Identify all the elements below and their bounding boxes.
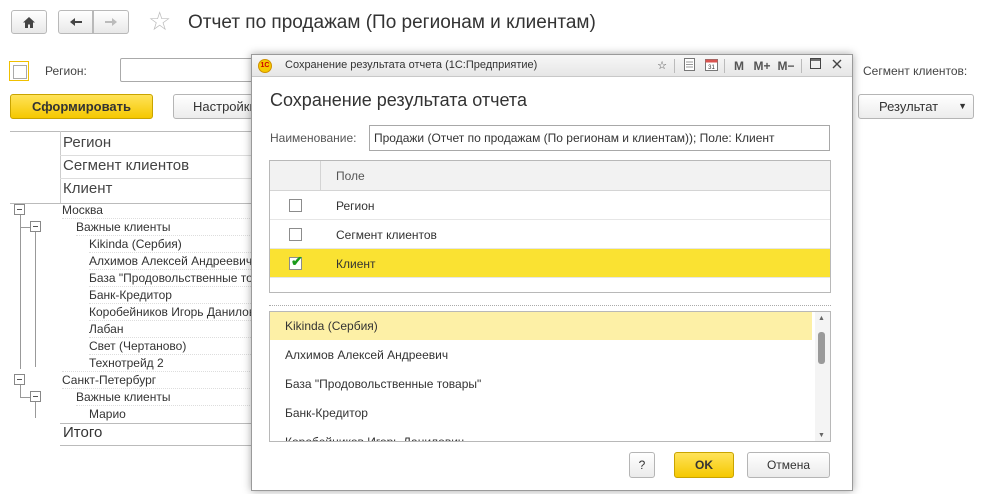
svg-text:31: 31 bbox=[708, 65, 715, 71]
name-input[interactable]: Продажи (Отчет по продажам (По регионам … bbox=[369, 125, 830, 151]
memory-plus-button[interactable]: M+ bbox=[752, 58, 772, 74]
arrow-right-icon bbox=[105, 18, 117, 26]
settings-button[interactable]: Настройки... bbox=[173, 94, 253, 119]
field-label: Регион bbox=[336, 199, 375, 213]
list-item[interactable]: Коробейников Игорь Данилович bbox=[270, 428, 812, 441]
segment-filter-label: Сегмент клиентов: bbox=[863, 64, 968, 78]
collapse-moskva-icon[interactable] bbox=[14, 204, 25, 215]
report-row-client[interactable]: Марио bbox=[89, 407, 126, 421]
report-row-segment[interactable]: Важные клиенты bbox=[76, 220, 170, 234]
name-label: Наименование: bbox=[270, 131, 357, 145]
field-label: Сегмент клиентов bbox=[336, 228, 437, 242]
1c-logo-icon: 1С bbox=[258, 59, 272, 73]
report-row-region[interactable]: Москва bbox=[62, 203, 103, 217]
checkmark-icon: ✔ bbox=[291, 253, 303, 269]
arrow-left-icon bbox=[69, 18, 82, 26]
table-row[interactable]: Регион bbox=[270, 191, 830, 220]
list-item[interactable]: Алхимов Алексей Андреевич bbox=[270, 341, 812, 369]
report-row-segment[interactable]: Важные клиенты bbox=[76, 390, 170, 404]
fields-table: Поле Регион Сегмент клиентов ✔ Клиент bbox=[269, 160, 831, 293]
scroll-thumb[interactable] bbox=[818, 332, 825, 364]
report-table: Регион Сегмент клиентов Клиент Москва Ва… bbox=[10, 131, 252, 494]
fields-column-header: Поле bbox=[336, 169, 365, 183]
report-row-client[interactable]: Коробейников Игорь Данилович bbox=[89, 305, 252, 319]
report-row-client[interactable]: Технотрейд 2 bbox=[89, 356, 164, 370]
result-button-label: Результат bbox=[879, 99, 939, 114]
calendar-icon[interactable]: 31 bbox=[704, 58, 718, 74]
region-filter-input[interactable] bbox=[120, 58, 260, 82]
table-row[interactable]: Сегмент клиентов bbox=[270, 220, 830, 249]
report-row-client[interactable]: Алхимов Алексей Андреевич bbox=[89, 254, 252, 268]
scroll-down-icon[interactable]: ▼ bbox=[818, 432, 825, 439]
close-icon[interactable] bbox=[830, 58, 844, 74]
document-icon[interactable] bbox=[682, 58, 696, 74]
back-button[interactable] bbox=[58, 10, 93, 34]
ok-button[interactable]: OK bbox=[674, 452, 734, 478]
generate-button[interactable]: Сформировать bbox=[10, 94, 153, 119]
dialog-heading: Сохранение результата отчета bbox=[270, 90, 527, 110]
save-result-dialog: 1С Сохранение результата отчета (1С:Пред… bbox=[251, 54, 853, 491]
favorite-star-icon[interactable]: ☆ bbox=[655, 58, 669, 74]
dialog-titlebar[interactable]: 1С Сохранение результата отчета (1С:Пред… bbox=[252, 55, 852, 77]
report-total-label: Итого bbox=[63, 424, 103, 441]
result-button[interactable]: Результат ▼ bbox=[858, 94, 974, 119]
fields-table-header: Поле bbox=[270, 161, 830, 191]
list-item[interactable]: Kikinda (Сербия) bbox=[270, 312, 812, 340]
forward-button[interactable] bbox=[93, 10, 129, 34]
collapse-segment-2-icon[interactable] bbox=[30, 391, 41, 402]
report-row-region[interactable]: Санкт-Петербург bbox=[62, 373, 156, 387]
help-button[interactable]: ? bbox=[629, 452, 655, 478]
values-list: Kikinda (Сербия) Алхимов Алексей Андреев… bbox=[269, 311, 831, 442]
report-row-client[interactable]: Банк-Кредитор bbox=[89, 288, 172, 302]
report-row-client[interactable]: Kikinda (Сербия) bbox=[89, 237, 182, 251]
table-row-selected[interactable]: ✔ Клиент bbox=[270, 249, 830, 278]
page-title: Отчет по продажам (По регионам и клиента… bbox=[188, 12, 596, 33]
memory-m-button[interactable]: M bbox=[732, 58, 746, 74]
maximize-icon[interactable] bbox=[808, 58, 822, 74]
collapse-spb-icon[interactable] bbox=[14, 374, 25, 385]
dialog-window-title: Сохранение результата отчета (1С:Предпри… bbox=[285, 59, 538, 71]
section-divider bbox=[269, 305, 831, 306]
field-checkbox[interactable] bbox=[289, 228, 302, 241]
scroll-up-icon[interactable]: ▲ bbox=[818, 315, 825, 322]
region-filter-checkbox[interactable] bbox=[9, 61, 29, 81]
report-row-client[interactable]: Свет (Чертаново) bbox=[89, 339, 186, 353]
memory-minus-button[interactable]: M− bbox=[776, 58, 796, 74]
collapse-segment-1-icon[interactable] bbox=[30, 221, 41, 232]
list-item[interactable]: База "Продовольственные товары" bbox=[270, 370, 812, 398]
report-row-client[interactable]: Лабан bbox=[89, 322, 123, 336]
field-checkbox[interactable] bbox=[289, 199, 302, 212]
dropdown-arrow-icon: ▼ bbox=[958, 101, 967, 111]
report-header-region: Регион bbox=[63, 134, 112, 151]
report-header-client: Клиент bbox=[63, 180, 113, 197]
report-row-client[interactable]: База "Продовольственные товары" bbox=[89, 271, 252, 285]
field-label: Клиент bbox=[336, 257, 376, 271]
report-header-segment: Сегмент клиентов bbox=[63, 157, 190, 174]
favorite-star-icon[interactable]: ☆ bbox=[148, 8, 171, 34]
cancel-button[interactable]: Отмена bbox=[747, 452, 830, 478]
list-scrollbar[interactable]: ▲ ▼ bbox=[815, 312, 830, 441]
home-icon bbox=[23, 16, 35, 28]
field-checkbox[interactable]: ✔ bbox=[289, 253, 303, 270]
list-item[interactable]: Банк-Кредитор bbox=[270, 399, 812, 427]
home-button[interactable] bbox=[11, 10, 47, 34]
region-filter-label: Регион: bbox=[45, 64, 87, 78]
